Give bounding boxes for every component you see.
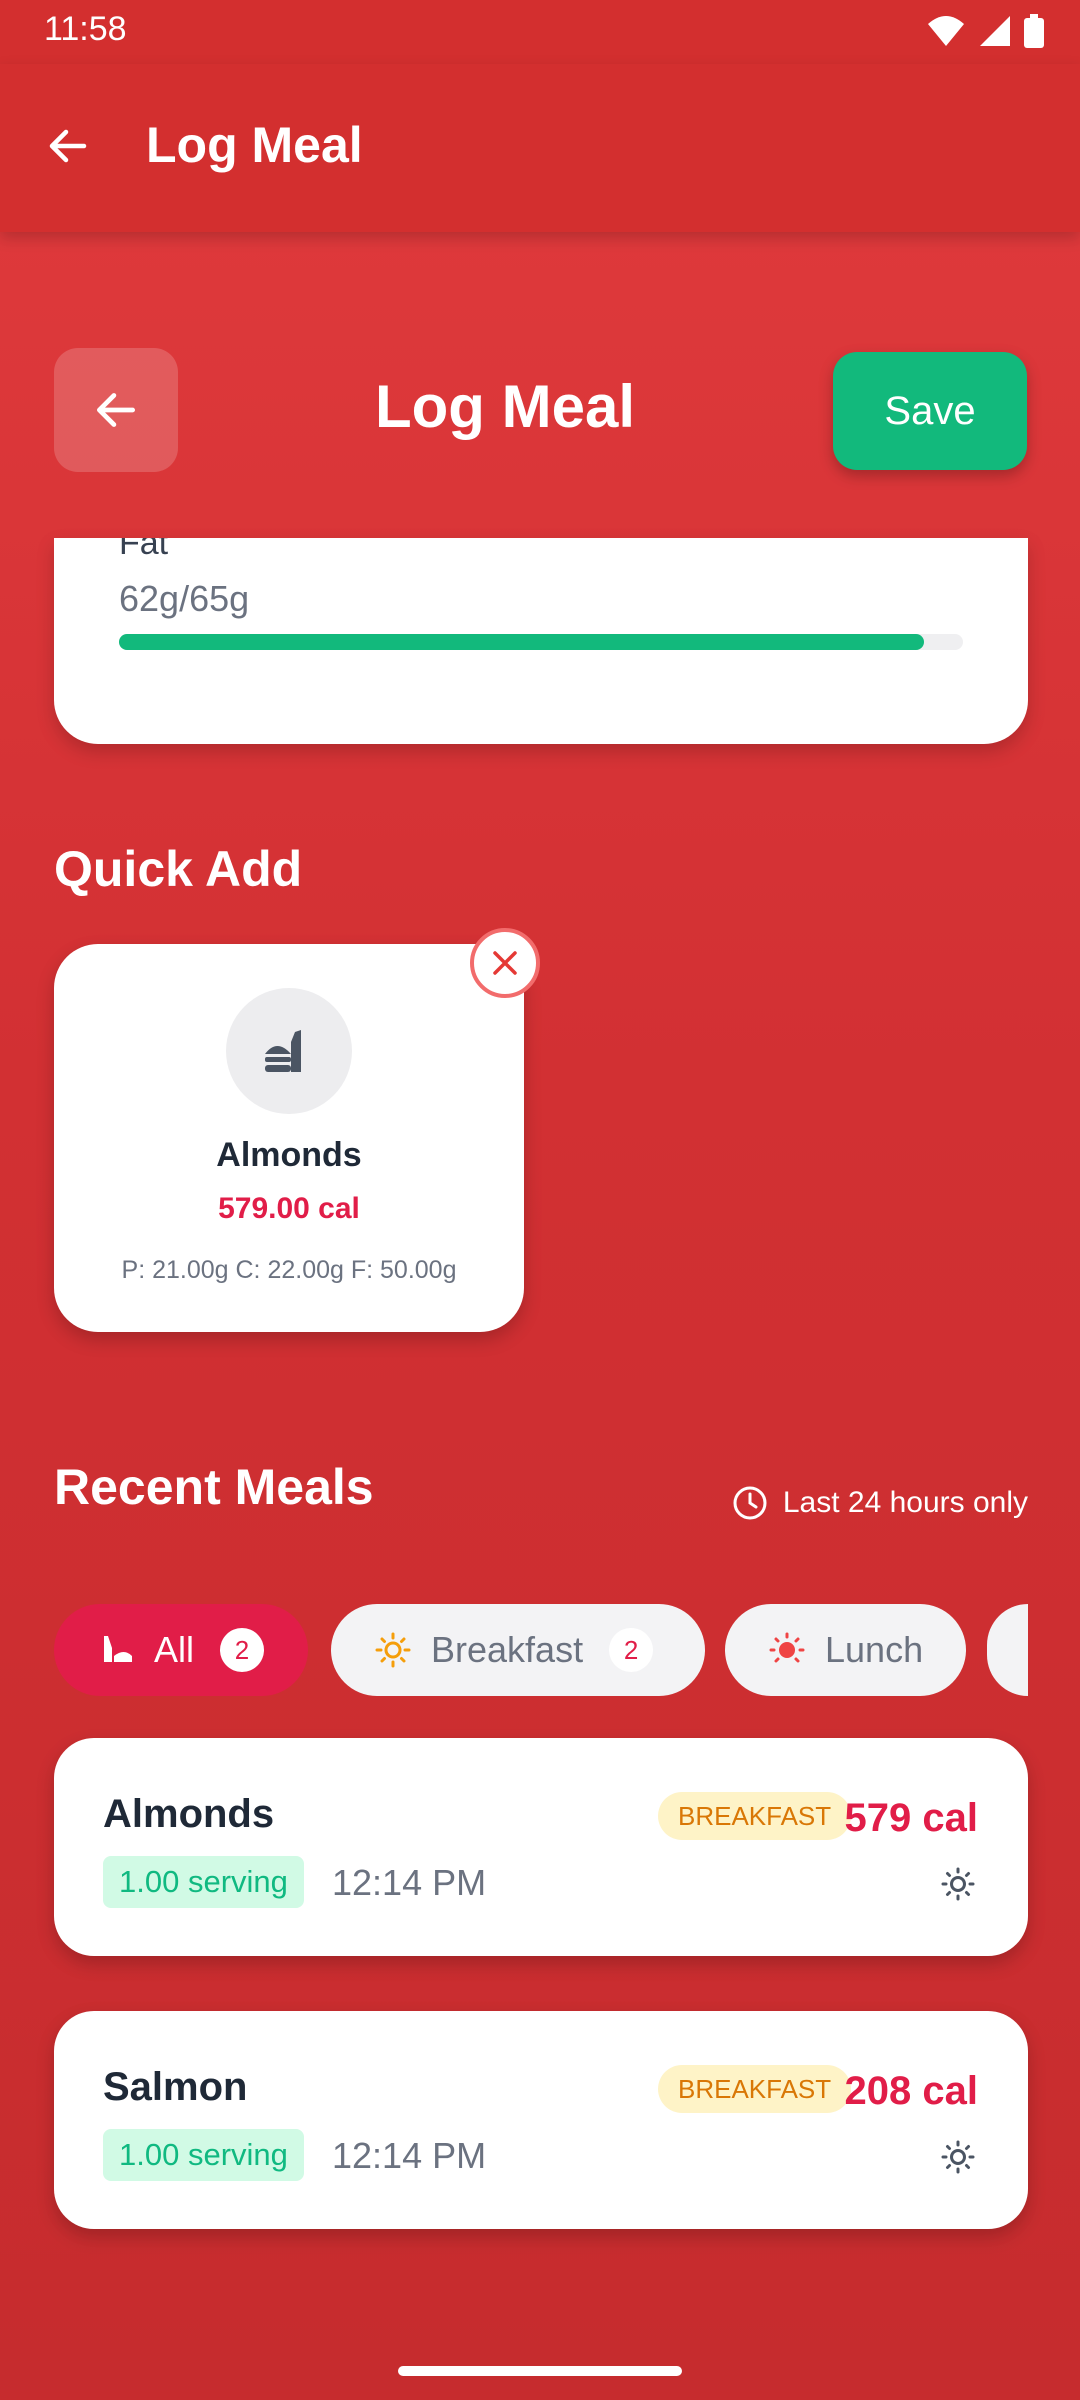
meal-row[interactable]: Salmon 1.00 serving 12:14 PM BREAKFAST 2… bbox=[54, 2011, 1028, 2229]
meal-serving-badge: 1.00 serving bbox=[103, 1856, 304, 1908]
quick-add-item-calories: 579.00 cal bbox=[218, 1192, 360, 1225]
meal-time: 12:14 PM bbox=[332, 2135, 487, 2176]
home-indicator[interactable] bbox=[398, 2366, 682, 2376]
sun-icon bbox=[941, 1867, 975, 1901]
filter-chip-count: 2 bbox=[220, 1628, 265, 1672]
wifi-icon bbox=[928, 16, 964, 46]
battery-icon bbox=[1024, 14, 1044, 48]
clock-icon bbox=[733, 1486, 767, 1520]
filter-chip-breakfast[interactable]: Breakfast 2 bbox=[331, 1604, 705, 1696]
back-arrow-icon[interactable] bbox=[44, 122, 92, 170]
sun-icon bbox=[941, 2140, 975, 2174]
meal-name: Almonds bbox=[103, 1792, 275, 1836]
filter-chip-all[interactable]: All 2 bbox=[54, 1604, 308, 1696]
utensils-icon bbox=[98, 1632, 134, 1668]
meal-calories: 579 cal bbox=[844, 1796, 978, 1840]
sun-high-icon bbox=[769, 1632, 805, 1668]
macro-progress-card: Fat 62g/65g bbox=[54, 538, 1028, 744]
recent-meals-note: Last 24 hours only bbox=[731, 1484, 1028, 1522]
status-time: 11:58 bbox=[44, 10, 127, 48]
macro-name: Fat bbox=[119, 538, 169, 562]
sun-icon bbox=[375, 1632, 411, 1668]
meal-type-badge: BREAKFAST bbox=[658, 2065, 852, 2113]
meal-name: Salmon bbox=[103, 2065, 248, 2109]
recent-meals-title: Recent Meals bbox=[54, 1459, 374, 1515]
status-icons bbox=[926, 14, 1044, 48]
meal-calories: 208 cal bbox=[844, 2069, 978, 2113]
filter-chip-lunch[interactable]: Lunch bbox=[725, 1604, 966, 1696]
filter-chip-label: All bbox=[154, 1629, 195, 1670]
quick-add-title: Quick Add bbox=[54, 841, 303, 897]
app-bar: Log Meal bbox=[0, 64, 1080, 232]
app-bar-title: Log Meal bbox=[146, 117, 363, 173]
meal-type-badge: BREAKFAST bbox=[658, 1792, 852, 1840]
filter-chip-label: Breakfast bbox=[431, 1629, 584, 1670]
save-button[interactable]: Save bbox=[833, 352, 1027, 470]
meal-serving-badge: 1.00 serving bbox=[103, 2129, 304, 2181]
macro-progress-fill bbox=[119, 634, 925, 650]
meal-time: 12:14 PM bbox=[332, 1862, 487, 1903]
status-bar: 11:58 bbox=[0, 0, 1080, 64]
quick-add-item-name: Almonds bbox=[216, 1136, 362, 1174]
macro-progress-track bbox=[119, 634, 963, 650]
quick-add-item-macros: P: 21.00g C: 22.00g F: 50.00g bbox=[121, 1256, 457, 1284]
filter-chip-label: Lunch bbox=[825, 1629, 924, 1670]
close-icon bbox=[493, 951, 517, 975]
macro-value: 62g/65g bbox=[119, 578, 250, 619]
remove-quick-add-button[interactable] bbox=[470, 928, 540, 998]
filter-chip-count: 2 bbox=[609, 1628, 654, 1672]
recent-meals-note-text: Last 24 hours only bbox=[782, 1486, 1028, 1519]
cellular-signal-icon bbox=[980, 16, 1010, 46]
quick-add-card[interactable]: Almonds 579.00 cal P: 21.00g C: 22.00g F… bbox=[54, 944, 524, 1332]
fast-food-icon bbox=[226, 988, 352, 1114]
meal-row[interactable]: Almonds 1.00 serving 12:14 PM BREAKFAST … bbox=[54, 1738, 1028, 1956]
